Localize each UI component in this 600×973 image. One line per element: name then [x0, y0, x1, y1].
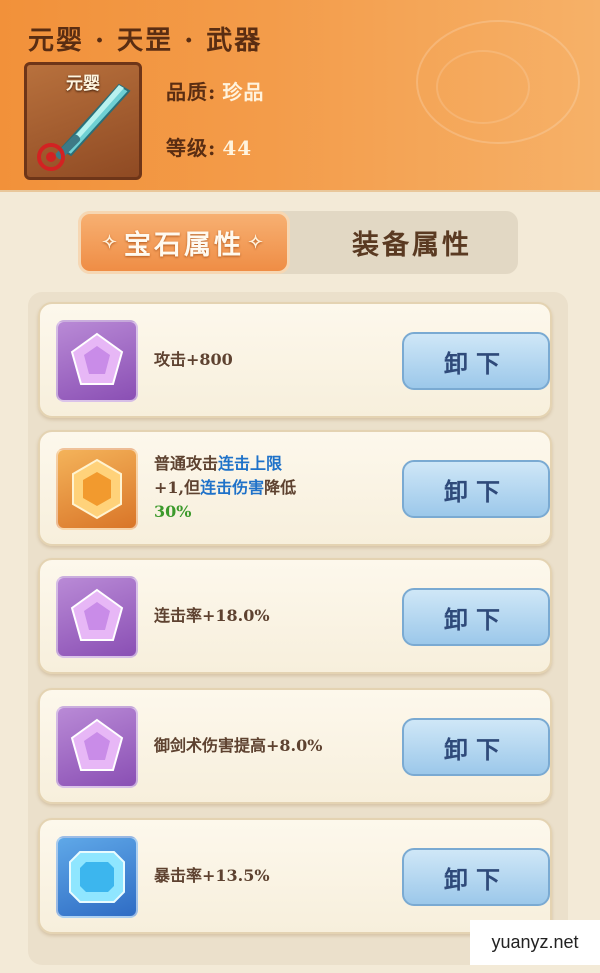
quality-line: 品质: 珍品 — [166, 76, 264, 105]
gem-effect-text: 暴击率+13.5% — [154, 866, 270, 885]
orange-hexagon-gem-icon — [56, 448, 138, 530]
ornament-icon: ✧ — [248, 232, 267, 253]
purple-pentagon-gem-icon — [56, 320, 138, 402]
effect-highlight: 连击上限 — [218, 454, 283, 473]
purple-pentagon-gem-icon — [56, 576, 138, 658]
unequip-button[interactable]: 卸下 — [402, 588, 550, 646]
gem-row: 御剑术伤害提高+8.0% 卸下 — [38, 688, 552, 804]
unequip-button[interactable]: 卸下 — [402, 460, 550, 518]
site-watermark: yuanyz.net — [470, 920, 600, 965]
effect-text-part: 普通攻击 — [154, 454, 219, 473]
level-line: 等级: 44 — [166, 132, 252, 161]
tab-gem-attributes[interactable]: ✧ 宝石属性 ✧ — [78, 211, 290, 274]
tier-label: 元婴 — [66, 74, 100, 94]
effect-text-part: +1,但 — [154, 478, 201, 497]
blue-square-gem-icon — [56, 836, 138, 918]
gem-row: 暴击率+13.5% 卸下 — [38, 818, 552, 934]
unequip-button[interactable]: 卸下 — [402, 848, 550, 906]
gem-effect-text: 普通攻击连击上限 +1,但连击伤害降低 30% — [154, 432, 394, 544]
effect-text-part: 降低 — [264, 478, 297, 497]
level-label: 等级: — [166, 136, 217, 160]
gem-row: 攻击+800 卸下 — [38, 302, 552, 418]
gem-row: 普通攻击连击上限 +1,但连击伤害降低 30% 卸下 — [38, 430, 552, 546]
gem-effect-text: 攻击+800 — [154, 350, 233, 369]
tab-label: 装备属性 — [352, 230, 472, 261]
decorative-swirl — [436, 50, 530, 124]
gem-effect-text: 连击率+18.0% — [154, 606, 270, 625]
ornament-icon: ✧ — [101, 232, 120, 253]
item-title: 元婴 · 天罡 · 武器 — [28, 26, 263, 56]
quality-label: 品质: — [166, 80, 217, 104]
level-value: 44 — [222, 136, 253, 160]
effect-highlight: 连击伤害 — [200, 478, 265, 497]
item-header: 元婴 · 天罡 · 武器 元婴 品质: 珍品 等级: 44 — [0, 0, 600, 192]
tab-bar: ✧ 宝石属性 ✧ 装备属性 — [78, 211, 518, 274]
purple-pentagon-gem-icon — [56, 706, 138, 788]
quality-value: 珍品 — [222, 80, 265, 104]
weapon-icon-frame: 元婴 — [24, 62, 142, 180]
tab-equipment-attributes[interactable]: 装备属性 — [306, 211, 518, 274]
gem-row: 连击率+18.0% 卸下 — [38, 558, 552, 674]
tab-label: 宝石属性 — [124, 230, 244, 261]
unequip-button[interactable]: 卸下 — [402, 332, 550, 390]
unequip-button[interactable]: 卸下 — [402, 718, 550, 776]
gem-effect-text: 御剑术伤害提高+8.0% — [154, 736, 323, 755]
effect-value: 30% — [154, 502, 192, 521]
